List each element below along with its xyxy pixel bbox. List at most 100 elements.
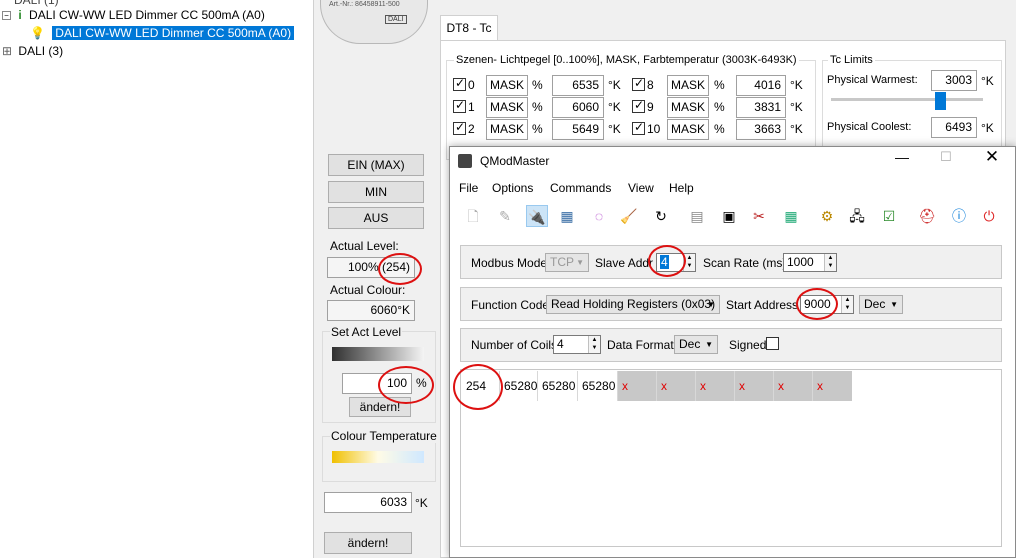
network-icon[interactable]: 🖧	[846, 205, 868, 227]
tools-icon[interactable]: ✂	[748, 205, 770, 227]
scene-0-checkbox[interactable]	[453, 76, 466, 91]
scan-rate-input[interactable]: 1000 ▲ ▼	[783, 253, 837, 272]
scene-9-label: 9	[647, 100, 654, 114]
scene-1-label: 1	[468, 100, 475, 114]
actual-colour-field: 6060°K	[327, 300, 415, 321]
edit-icon[interactable]: ✎	[494, 205, 516, 227]
help-icon[interactable]: ⛑	[916, 205, 938, 227]
signed-checkbox[interactable]	[766, 337, 779, 350]
result-cell-2[interactable]: 65280	[538, 371, 578, 401]
result-cell-empty-5[interactable]: x	[813, 371, 852, 401]
modbus-mode-select[interactable]: TCP	[545, 253, 589, 272]
spin-arrows-icon[interactable]: ▲ ▼	[824, 254, 836, 271]
spin-arrows-icon[interactable]: ▲ ▼	[841, 296, 853, 313]
device-tree: DALI (1) − i DALI CW-WW LED Dimmer CC 50…	[0, 0, 314, 558]
min-button[interactable]: MIN	[328, 181, 424, 203]
physical-warmest-input[interactable]: 3003	[931, 70, 977, 91]
maximize-icon[interactable]: ☐	[936, 149, 956, 165]
warmest-slider-thumb[interactable]	[935, 92, 946, 110]
minimize-icon[interactable]: —	[892, 149, 912, 165]
scene-10-temp[interactable]: 3663	[736, 119, 786, 140]
result-cell-empty-3[interactable]: x	[735, 371, 774, 401]
reset-icon[interactable]: ↻	[650, 205, 672, 227]
tree-item-dali3[interactable]: ⊞ DALI (3)	[2, 42, 63, 60]
scene-2-label: 2	[468, 122, 475, 136]
result-cell-empty-0[interactable]: x	[618, 371, 657, 401]
tab-dt8-tc[interactable]: DT8 - Tc	[440, 15, 498, 41]
scene-10-k: °K	[790, 122, 803, 136]
exit-icon[interactable]: ⏻	[978, 205, 1000, 227]
annotation-circle-actual-level	[378, 253, 422, 285]
colour-temp-label: Colour Temperature	[330, 429, 438, 443]
bulb-icon: 💡	[30, 26, 45, 40]
scene-0-temp[interactable]: 6535	[552, 75, 604, 96]
annotation-circle-slave-addr	[648, 245, 686, 277]
start-address-format-select[interactable]: Dec	[859, 295, 903, 314]
connect-icon[interactable]: 🔌	[526, 205, 548, 227]
aus-button[interactable]: AUS	[328, 207, 424, 229]
settings-icon[interactable]: ⚙	[816, 205, 838, 227]
check-icon[interactable]: ☑	[878, 205, 900, 227]
function-code-select[interactable]: Read Holding Registers (0x03)	[546, 295, 720, 314]
scene-9-temp[interactable]: 3831	[736, 97, 786, 118]
colour-temp-input[interactable]: 6033	[324, 492, 412, 513]
bus-monitor-icon[interactable]: ▣	[718, 205, 740, 227]
device-image: Art.-Nr.: 86458911-500 DALI	[320, 0, 428, 44]
scan-icon[interactable]: ◌	[588, 205, 610, 227]
tree-item-device-selected[interactable]: 💡 DALI CW-WW LED Dimmer CC 500mA (A0)	[30, 24, 295, 42]
scene-2-mask[interactable]: MASK	[486, 119, 528, 140]
scene-9-checkbox[interactable]	[632, 98, 645, 113]
result-cell-empty-2[interactable]: x	[696, 371, 735, 401]
actual-colour-label: Actual Colour:	[330, 283, 406, 297]
window-title: QModMaster	[480, 154, 550, 168]
close-icon[interactable]: ✕	[982, 147, 1002, 167]
scene-2-pct: %	[532, 122, 543, 136]
dali-logo: DALI	[385, 15, 407, 24]
num-coils-input[interactable]: 4 ▲ ▼	[553, 335, 601, 354]
new-icon[interactable]: 🗋	[462, 205, 484, 227]
physical-coolest-input[interactable]: 6493	[931, 117, 977, 138]
annotation-circle-set-level	[378, 366, 434, 404]
scene-8-temp[interactable]: 4016	[736, 75, 786, 96]
spin-arrows-icon[interactable]: ▲ ▼	[588, 336, 600, 353]
scene-8-checkbox[interactable]	[632, 76, 645, 91]
scene-1-temp[interactable]: 6060	[552, 97, 604, 118]
scene-2-checkbox[interactable]	[453, 120, 466, 135]
scene-2-temp[interactable]: 5649	[552, 119, 604, 140]
info-icon[interactable]: ⓘ	[948, 205, 970, 227]
menu-commands[interactable]: Commands	[550, 181, 611, 195]
table-icon[interactable]: ▦	[780, 205, 802, 227]
menu-options[interactable]: Options	[492, 181, 533, 195]
scene-8-mask[interactable]: MASK	[667, 75, 709, 96]
result-cell-3[interactable]: 65280	[578, 371, 618, 401]
tree-item-label: DALI CW-WW LED Dimmer CC 500mA (A0)	[52, 26, 295, 40]
result-cell-empty-4[interactable]: x	[774, 371, 813, 401]
ein-max-button[interactable]: EIN (MAX)	[328, 154, 424, 176]
scene-0-label: 0	[468, 78, 475, 92]
scene-1-checkbox[interactable]	[453, 98, 466, 113]
read-icon[interactable]: ▦	[556, 205, 578, 227]
menu-view[interactable]: View	[628, 181, 654, 195]
scene-0-mask[interactable]: MASK	[486, 75, 528, 96]
aendern-colour-button[interactable]: ändern!	[324, 532, 412, 554]
qmodmaster-window: QModMaster — ☐ ✕ File Options Commands V…	[449, 146, 1016, 558]
result-cell-1[interactable]: 65280	[500, 371, 538, 401]
clear-icon[interactable]: 🧹	[618, 205, 640, 227]
scene-9-mask[interactable]: MASK	[667, 97, 709, 118]
slave-addr-label: Slave Addr	[595, 256, 654, 270]
tree-item-device-parent[interactable]: − i DALI CW-WW LED Dimmer CC 500mA (A0)	[2, 6, 265, 24]
art-nr-text: Art.-Nr.: 86458911-500	[329, 1, 400, 8]
log-icon[interactable]: ▤	[686, 205, 708, 227]
collapse-icon[interactable]: −	[2, 11, 11, 21]
menu-file[interactable]: File	[459, 181, 478, 195]
scene-1-mask[interactable]: MASK	[486, 97, 528, 118]
tree-item-label: DALI CW-WW LED Dimmer CC 500mA (A0)	[29, 8, 265, 22]
menu-help[interactable]: Help	[669, 181, 694, 195]
scene-8-label: 8	[647, 78, 654, 92]
scene-10-checkbox[interactable]	[632, 120, 645, 135]
scene-10-mask[interactable]: MASK	[667, 119, 709, 140]
num-coils-value: 4	[557, 337, 564, 351]
result-cell-empty-1[interactable]: x	[657, 371, 696, 401]
data-format-select[interactable]: Dec	[674, 335, 718, 354]
scene-10-pct: %	[714, 122, 725, 136]
